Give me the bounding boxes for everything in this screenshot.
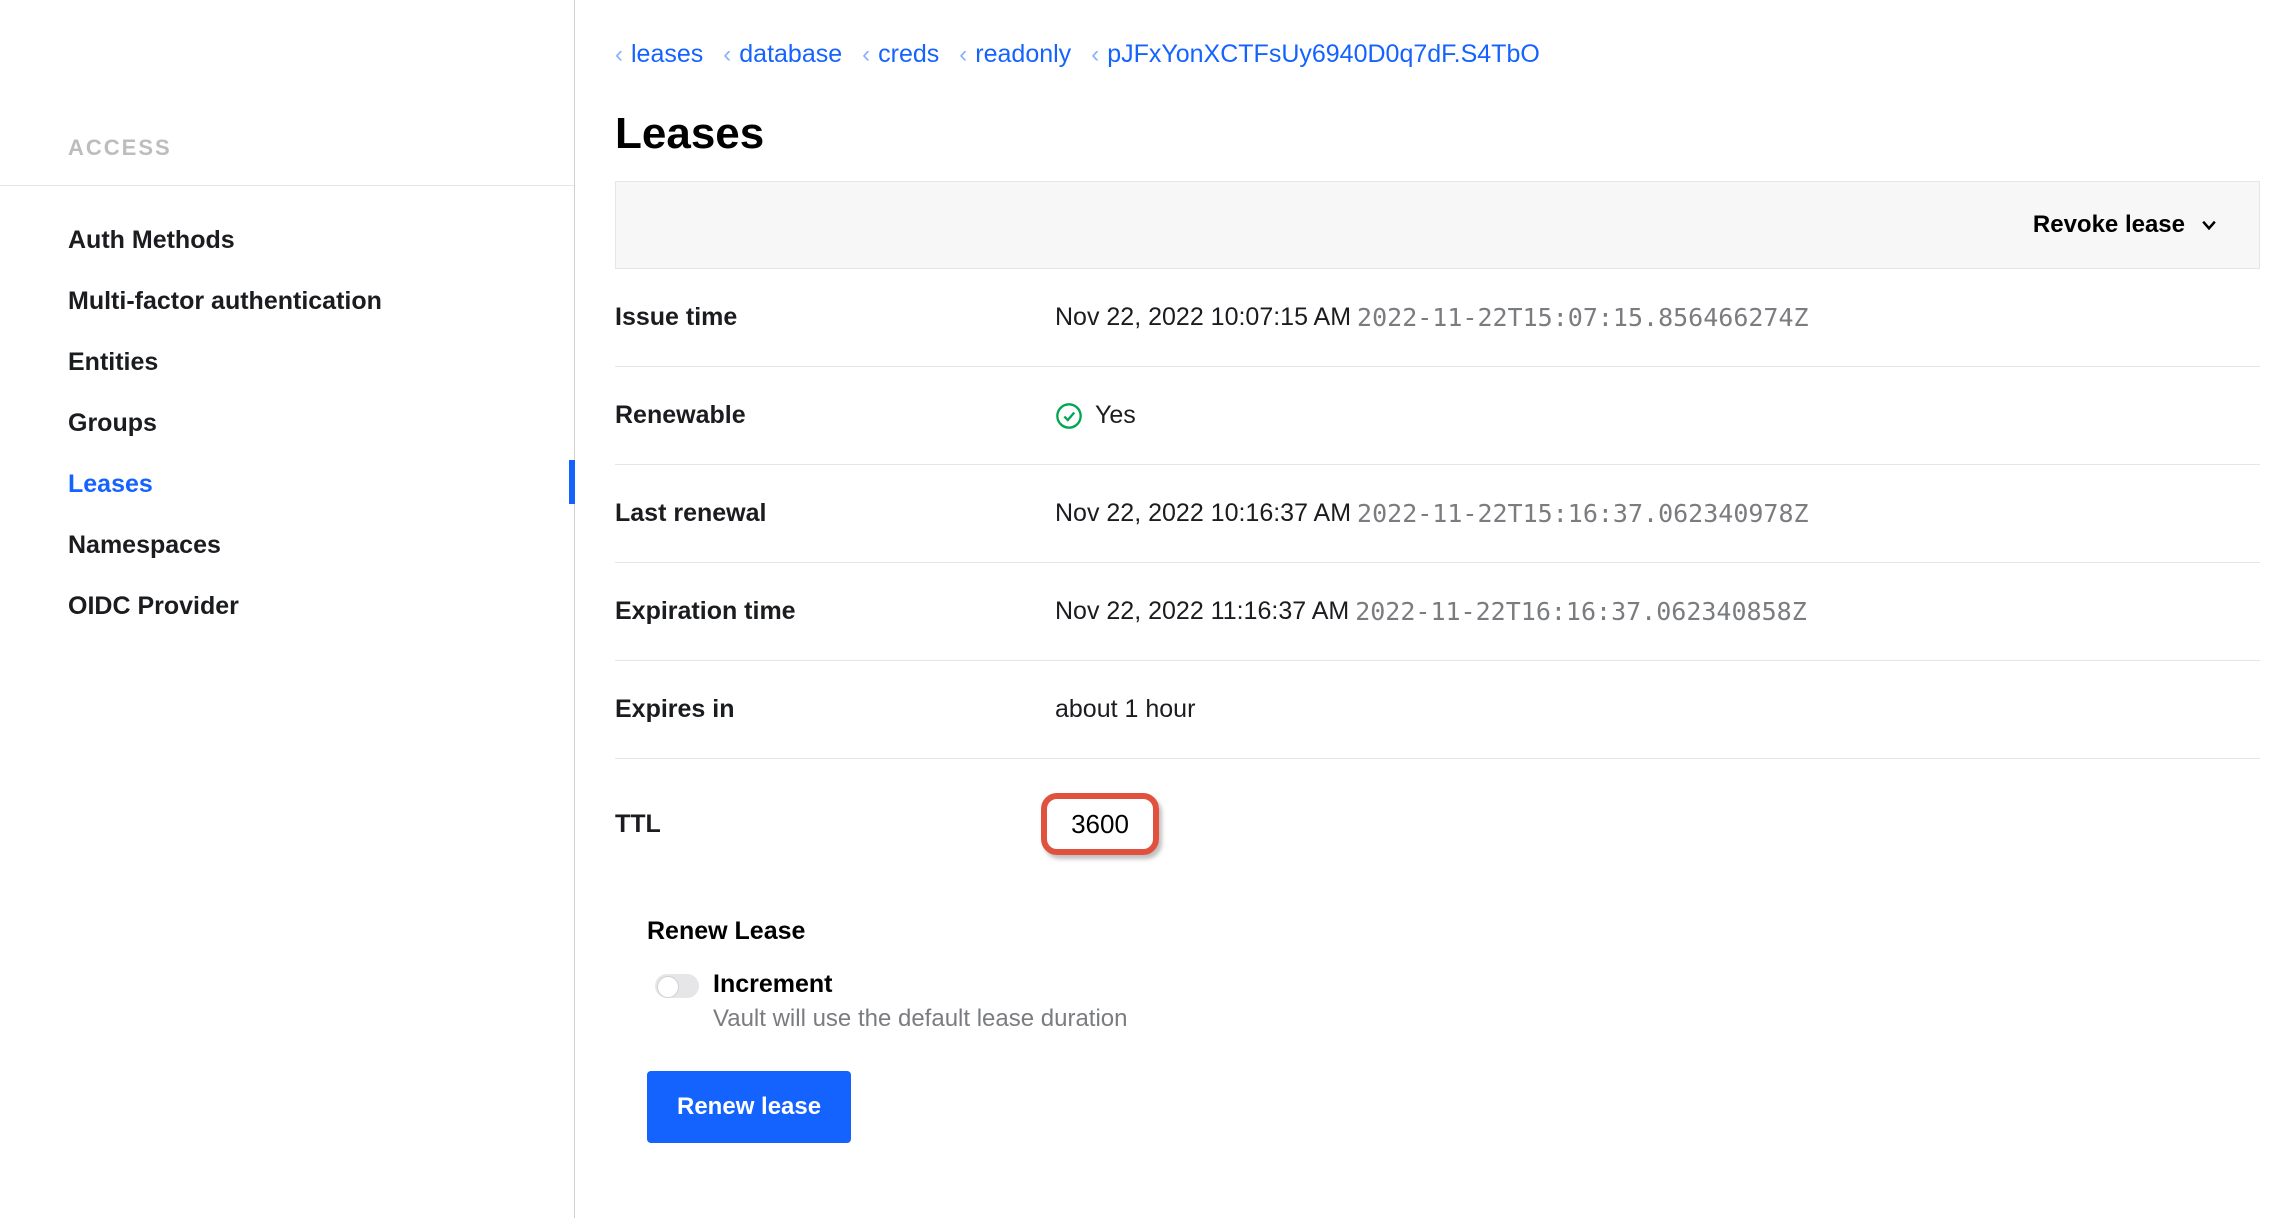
sidebar-item-groups[interactable]: Groups — [0, 393, 574, 454]
row-label: Last renewal — [615, 499, 1055, 528]
iso-timestamp: 2022-11-22T15:16:37.062340978Z — [1357, 499, 1809, 528]
ttl-highlight — [1041, 793, 1159, 855]
iso-timestamp: 2022-11-22T16:16:37.062340858Z — [1355, 597, 1807, 626]
sidebar-item-label: Groups — [68, 409, 157, 437]
main: ‹leases ‹database ‹creds ‹readonly ‹pJFx… — [575, 0, 2290, 1218]
increment-help: Vault will use the default lease duratio… — [713, 1005, 1127, 1033]
row-label: Renewable — [615, 401, 1055, 430]
breadcrumb-item[interactable]: ‹pJFxYonXCTFsUy6940D0q7dF.S4TbO — [1091, 40, 1540, 69]
row-label: TTL — [615, 810, 1055, 839]
breadcrumb-item[interactable]: ‹readonly — [959, 40, 1071, 69]
increment-label: Increment — [713, 970, 1127, 999]
sidebar-item-entities[interactable]: Entities — [0, 332, 574, 393]
increment-toggle[interactable] — [655, 974, 699, 998]
ttl-input[interactable] — [1051, 803, 1149, 845]
sidebar-item-namespaces[interactable]: Namespaces — [0, 515, 574, 576]
sidebar-item-oidc-provider[interactable]: OIDC Provider — [0, 576, 574, 637]
row-label: Expiration time — [615, 597, 1055, 626]
sidebar-item-label: Namespaces — [68, 531, 221, 559]
row-expiration-time: Expiration time Nov 22, 2022 11:16:37 AM… — [615, 563, 2260, 661]
increment-row: Increment Vault will use the default lea… — [647, 970, 2260, 1033]
chevron-down-icon — [2199, 215, 2219, 235]
sidebar-item-label: Auth Methods — [68, 226, 235, 254]
chevron-left-icon: ‹ — [1091, 41, 1099, 69]
row-label: Expires in — [615, 695, 1055, 724]
revoke-lease-dropdown[interactable]: Revoke lease — [2033, 211, 2219, 239]
renew-lease-button[interactable]: Renew lease — [647, 1071, 851, 1143]
chevron-left-icon: ‹ — [862, 41, 870, 69]
sidebar-item-label: OIDC Provider — [68, 592, 239, 620]
iso-timestamp: 2022-11-22T15:07:15.856466274Z — [1357, 303, 1809, 332]
sidebar-item-leases[interactable]: Leases — [0, 454, 574, 515]
breadcrumb-item[interactable]: ‹creds — [862, 40, 939, 69]
row-value: Nov 22, 2022 10:16:37 AM 2022-11-22T15:1… — [1055, 499, 1809, 528]
breadcrumb-item[interactable]: ‹database — [723, 40, 842, 69]
row-value: Yes — [1055, 401, 1136, 430]
row-value: Nov 22, 2022 11:16:37 AM 2022-11-22T16:1… — [1055, 597, 1807, 626]
row-renewable: Renewable Yes — [615, 367, 2260, 465]
lease-details: Issue time Nov 22, 2022 10:07:15 AM 2022… — [615, 269, 2260, 1143]
renew-section: Renew Lease Increment Vault will use the… — [615, 889, 2260, 1143]
sidebar-item-label: Entities — [68, 348, 158, 376]
chevron-left-icon: ‹ — [615, 41, 623, 69]
sidebar-item-label: Leases — [68, 470, 153, 498]
toolbar: Revoke lease — [615, 181, 2260, 269]
breadcrumb-item[interactable]: ‹leases — [615, 40, 703, 69]
page-title: Leases — [615, 109, 2260, 159]
row-ttl: TTL — [615, 759, 2260, 889]
row-last-renewal: Last renewal Nov 22, 2022 10:16:37 AM 20… — [615, 465, 2260, 563]
row-value: about 1 hour — [1055, 695, 1195, 724]
sidebar-item-mfa[interactable]: Multi-factor authentication — [0, 271, 574, 332]
sidebar-list: Auth Methods Multi-factor authentication… — [0, 186, 574, 637]
row-value — [1055, 793, 1159, 855]
row-issue-time: Issue time Nov 22, 2022 10:07:15 AM 2022… — [615, 269, 2260, 367]
sidebar: ACCESS Auth Methods Multi-factor authent… — [0, 0, 575, 1218]
sidebar-item-label: Multi-factor authentication — [68, 287, 382, 315]
sidebar-item-auth-methods[interactable]: Auth Methods — [0, 210, 574, 271]
sidebar-heading: ACCESS — [0, 135, 574, 186]
row-expires-in: Expires in about 1 hour — [615, 661, 2260, 759]
breadcrumb: ‹leases ‹database ‹creds ‹readonly ‹pJFx… — [615, 40, 2260, 69]
check-circle-icon — [1055, 402, 1083, 430]
renew-title: Renew Lease — [647, 917, 2260, 946]
chevron-left-icon: ‹ — [959, 41, 967, 69]
revoke-lease-label: Revoke lease — [2033, 211, 2185, 239]
chevron-left-icon: ‹ — [723, 41, 731, 69]
row-value: Nov 22, 2022 10:07:15 AM 2022-11-22T15:0… — [1055, 303, 1809, 332]
row-label: Issue time — [615, 303, 1055, 332]
